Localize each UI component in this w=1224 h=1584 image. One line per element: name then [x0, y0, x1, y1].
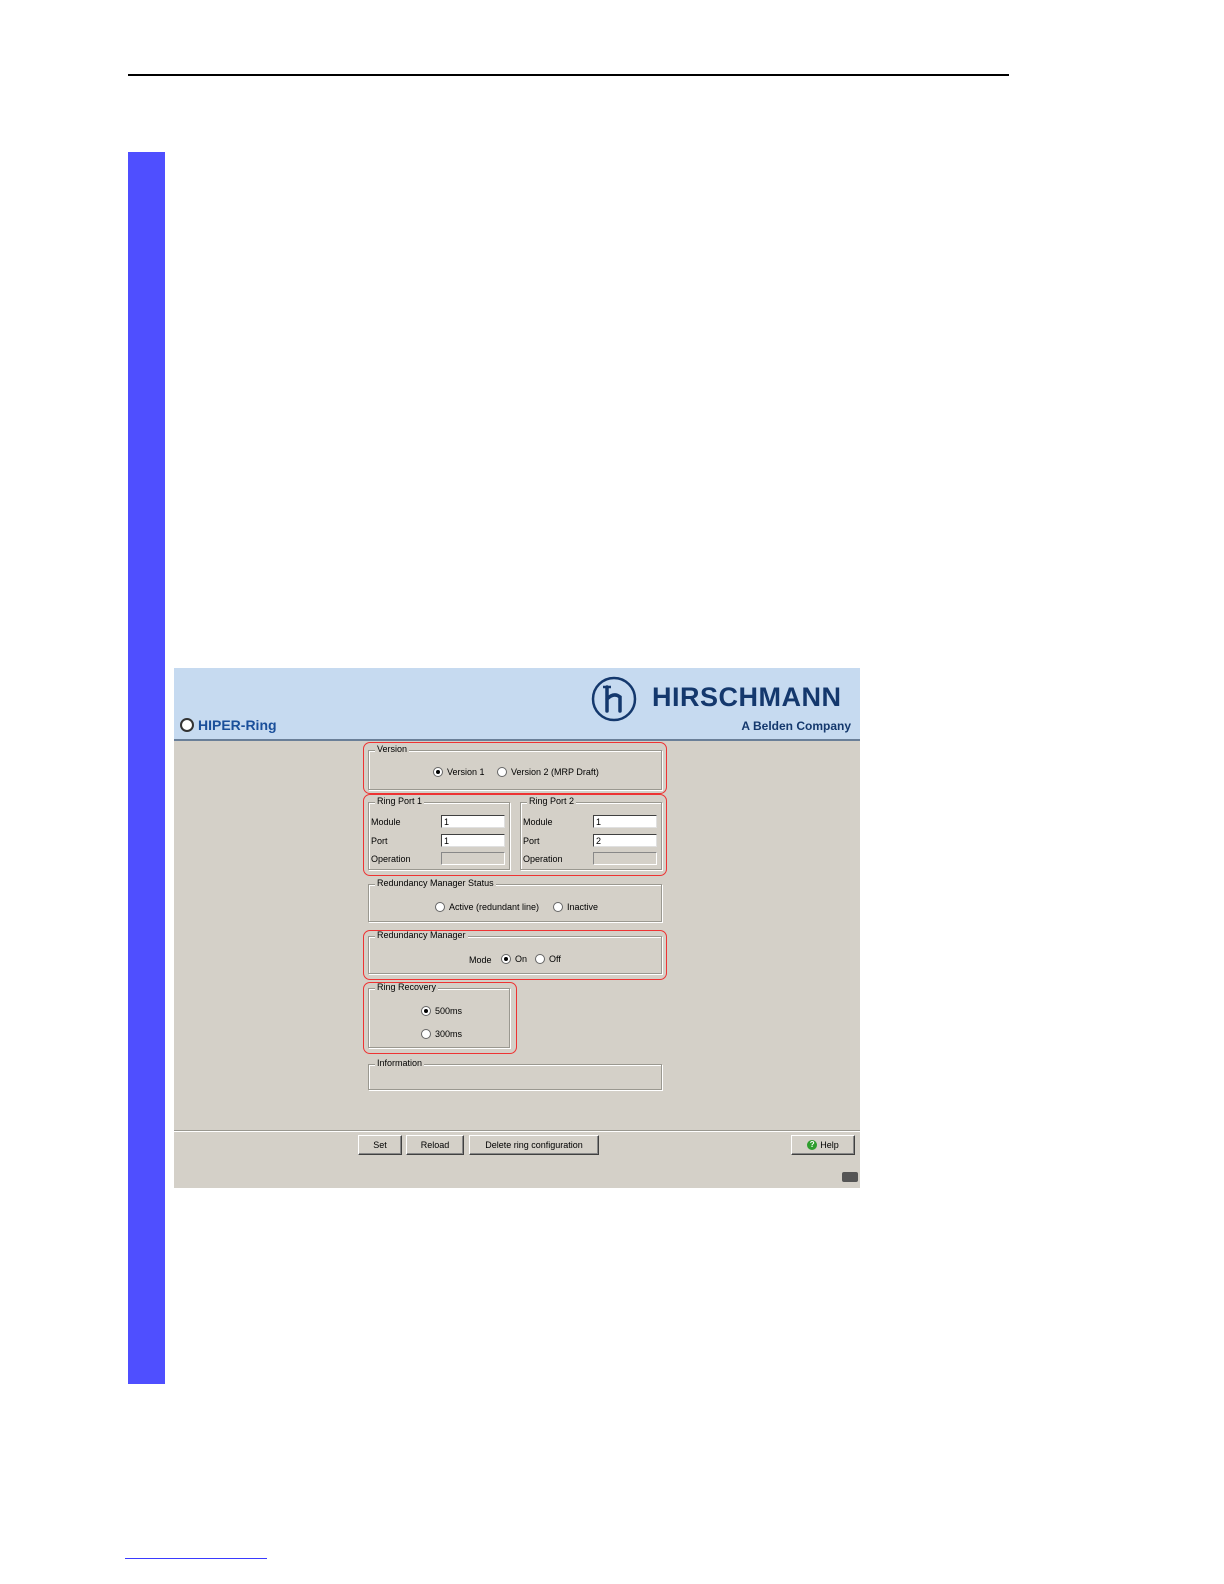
information-group: Information — [368, 1058, 662, 1090]
footer-divider — [174, 1130, 860, 1132]
ring-status-icon — [180, 718, 194, 732]
header-banner: HIPER-Ring HIRSCHMANN A Belden Company — [174, 668, 860, 741]
hiper-ring-dialog: HIPER-Ring HIRSCHMANN A Belden Company V… — [174, 668, 860, 1188]
top-rule — [128, 74, 1009, 76]
rm-status-active-radio — [435, 902, 445, 912]
brand-name: HIRSCHMANN — [652, 682, 842, 712]
information-legend: Information — [375, 1058, 425, 1068]
rm-status-active-label: Active (redundant line) — [449, 902, 540, 912]
delete-ring-configuration-button[interactable]: Delete ring configuration — [469, 1135, 599, 1155]
help-icon: ? — [807, 1140, 818, 1150]
connection-status-icon — [842, 1172, 858, 1182]
brand-tagline: A Belden Company — [741, 719, 851, 733]
hirschmann-logo-icon — [591, 676, 637, 722]
rm-status-inactive-label: Inactive — [567, 902, 599, 912]
redundancy-manager-highlight — [363, 930, 667, 980]
ring-recovery-highlight — [363, 982, 517, 1054]
reload-button[interactable]: Reload — [406, 1135, 464, 1155]
ring-ports-highlight — [363, 794, 667, 876]
chapter-side-bar — [128, 152, 165, 1384]
page-title: HIPER-Ring — [180, 717, 277, 733]
rm-status-legend: Redundancy Manager Status — [375, 878, 496, 888]
help-button-label: Help — [820, 1140, 839, 1150]
rm-status-inactive-radio — [553, 902, 563, 912]
rm-status-inactive-option: Inactive — [553, 902, 598, 912]
set-button[interactable]: Set — [358, 1135, 402, 1155]
page-title-text: HIPER-Ring — [198, 717, 277, 733]
version-highlight — [363, 742, 667, 794]
help-button[interactable]: ? Help — [791, 1135, 855, 1155]
rm-status-group: Redundancy Manager Status Active (redund… — [368, 878, 662, 922]
rm-status-active-option: Active (redundant line) — [435, 902, 539, 912]
footer-rule — [125, 1558, 267, 1559]
